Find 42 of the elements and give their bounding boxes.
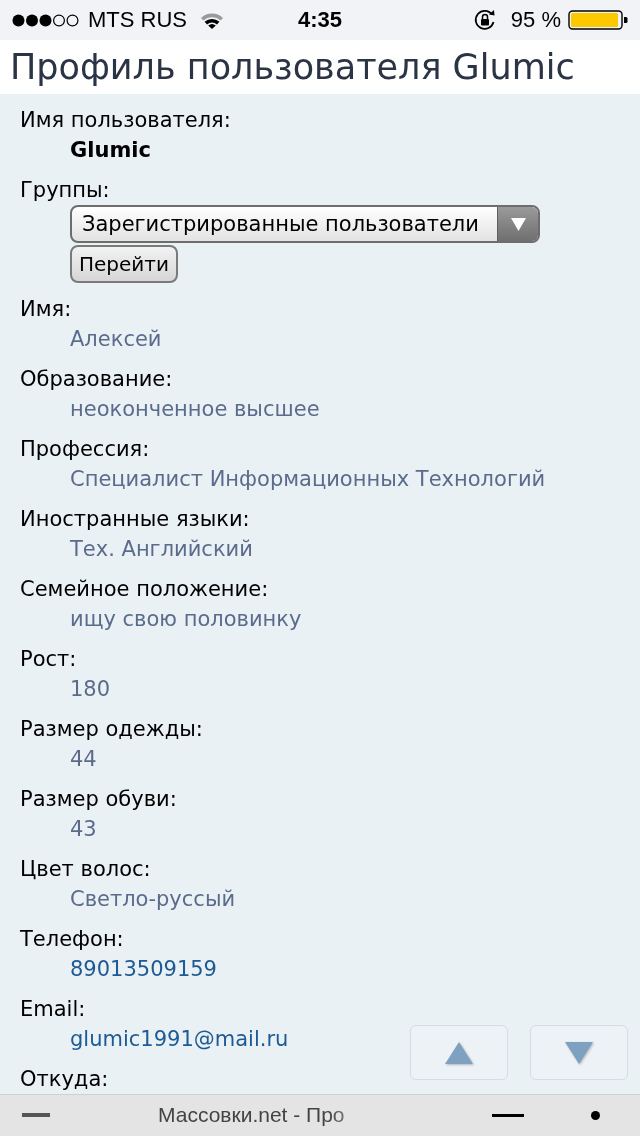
field-value: Алексей — [70, 326, 162, 353]
battery-percentage: 95 % — [510, 7, 561, 33]
field-value: ищу свою половинку — [70, 606, 302, 633]
username-value: Glumic — [70, 137, 151, 164]
field-value: 43 — [70, 816, 97, 843]
field-value: 180 — [70, 676, 111, 703]
browser-page-title: Массовки.net - Про — [158, 1103, 345, 1127]
group-select[interactable]: Зарегистрированные пользователи — [70, 205, 540, 243]
clock-time: 4:35 — [298, 7, 342, 33]
field-label: Размер одежды: — [20, 716, 203, 743]
field-label: Цвет волос: — [20, 856, 151, 883]
field-label: Профессия: — [20, 436, 150, 463]
field-label: Имя: — [20, 296, 72, 323]
field-label: Иностранные языки: — [20, 506, 250, 533]
down-triangle-icon — [565, 1039, 593, 1066]
go-button[interactable]: Перейти — [70, 245, 178, 283]
field-value: Светло-руссый — [70, 886, 236, 913]
field-value: Тех. Английский — [70, 536, 253, 563]
scroll-down-button[interactable] — [530, 1025, 628, 1080]
contact-link[interactable]: glumic1991@mail.ru — [70, 1024, 289, 1054]
field-value: Специалист Информационных Технологий — [70, 466, 546, 493]
rotation-lock-icon — [472, 8, 497, 32]
field-label: Семейное положение: — [20, 576, 269, 603]
dot-icon[interactable] — [591, 1111, 600, 1120]
field-label: Имя пользователя: — [20, 107, 231, 134]
field-label: Рост: — [20, 646, 77, 673]
field-label: Размер обуви: — [20, 786, 177, 813]
scroll-up-button[interactable] — [410, 1025, 508, 1080]
page-title: Профиль пользователя Glumic — [10, 46, 575, 89]
carrier-name: MTS RUS — [88, 7, 187, 33]
field-label: Телефон: — [20, 926, 124, 953]
field-label: Откуда: — [20, 1066, 109, 1093]
field-label: Email: — [20, 996, 86, 1023]
battery-icon — [568, 10, 628, 30]
dropdown-arrow-icon — [510, 217, 526, 231]
field-label: Образование: — [20, 366, 173, 393]
field-value: 44 — [70, 746, 97, 773]
signal-strength-icon — [12, 13, 79, 27]
wifi-icon — [200, 11, 224, 29]
field-value: неоконченное высшее — [70, 396, 320, 423]
contact-link[interactable]: 89013509159 — [70, 954, 217, 984]
field-label: Группы: — [20, 177, 110, 204]
